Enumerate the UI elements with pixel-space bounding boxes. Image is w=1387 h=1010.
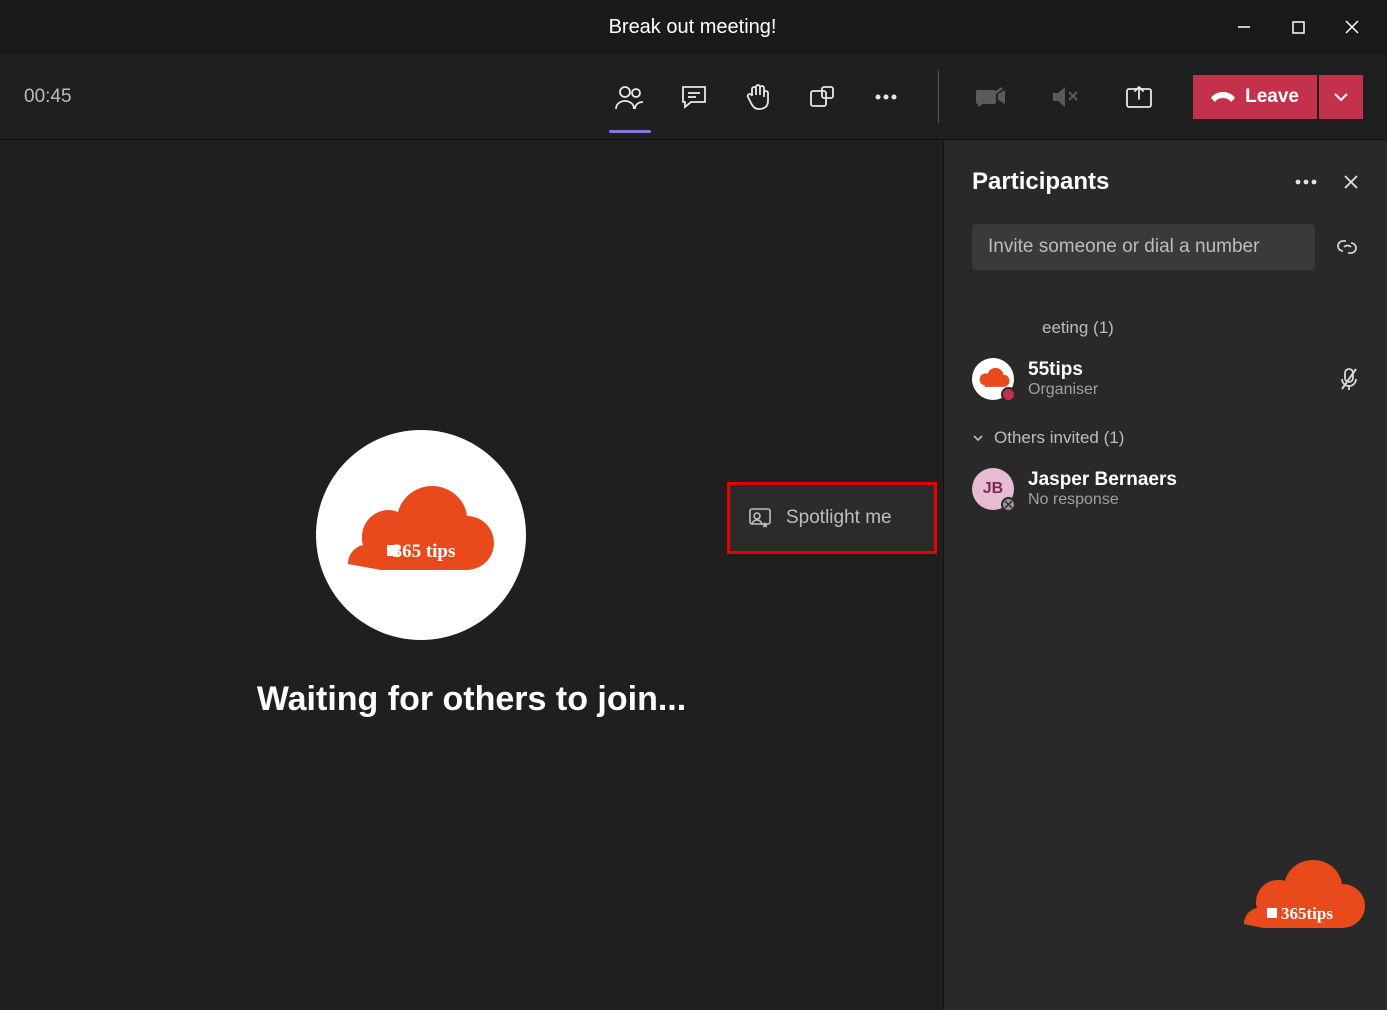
more-icon — [1295, 179, 1317, 185]
cloud-logo-icon: 365 tips — [346, 485, 496, 585]
mic-muted-icon — [1339, 367, 1359, 391]
people-icon — [615, 84, 645, 110]
watermark: 365tips — [1235, 860, 1365, 940]
mic-button[interactable] — [1033, 67, 1097, 127]
panel-title: Participants — [972, 168, 1109, 196]
close-icon — [1343, 174, 1359, 190]
panel-header: Participants — [972, 168, 1359, 196]
leave-button[interactable]: Leave — [1193, 75, 1317, 119]
leave-more-button[interactable] — [1319, 75, 1363, 119]
chevron-down-icon — [972, 432, 984, 444]
logo-text: 365 tips — [393, 541, 456, 562]
section-label: eeting (1) — [1042, 318, 1114, 338]
copy-link-button[interactable] — [1335, 237, 1359, 257]
presence-away-icon — [1001, 497, 1016, 512]
invite-placeholder: Invite someone or dial a number — [988, 236, 1259, 258]
context-menu[interactable]: Spotlight me — [727, 482, 937, 554]
hand-icon — [746, 83, 770, 111]
breakout-rooms-button[interactable] — [790, 67, 854, 127]
minimize-icon — [1237, 20, 1251, 34]
section-others-invited[interactable]: Others invited (1) — [972, 428, 1359, 448]
cloud-logo-icon: 365tips — [1235, 860, 1365, 940]
maximize-button[interactable] — [1271, 7, 1325, 47]
spotlight-label: Spotlight me — [786, 507, 892, 529]
camera-off-icon — [976, 86, 1006, 108]
close-button[interactable] — [1325, 7, 1379, 47]
raise-hand-button[interactable] — [726, 67, 790, 127]
more-icon — [874, 93, 898, 101]
hangup-icon — [1211, 88, 1235, 106]
section-label: Others invited (1) — [994, 428, 1124, 448]
watermark-text: 365tips — [1281, 904, 1333, 923]
leave-group: Leave — [1193, 75, 1363, 119]
chat-button[interactable] — [662, 67, 726, 127]
section-in-meeting[interactable]: eeting (1) — [972, 318, 1359, 338]
camera-button[interactable] — [959, 67, 1023, 127]
avatar: JB — [972, 468, 1014, 510]
presence-busy-icon — [1001, 387, 1016, 402]
meeting-stage: 365 tips Waiting for others to join... S… — [0, 140, 943, 1010]
share-screen-icon — [1125, 85, 1153, 109]
maximize-icon — [1292, 21, 1305, 34]
leave-label: Leave — [1245, 86, 1299, 108]
participant-name: 55tips — [1028, 359, 1098, 381]
waiting-text: Waiting for others to join... — [0, 680, 943, 719]
app-window: Break out meeting! 00:45 — [0, 0, 1387, 1010]
participants-panel: Participants Invite someone or dial a nu… — [943, 140, 1387, 1010]
toolbar-divider — [938, 71, 939, 123]
titlebar: Break out meeting! — [0, 0, 1387, 54]
window-title: Break out meeting! — [168, 16, 1217, 39]
toolbar-icons — [598, 67, 918, 127]
participant-name: Jasper Bernaers — [1028, 469, 1177, 491]
participant-row[interactable]: 55tips Organiser — [972, 350, 1359, 416]
participant-role: Organiser — [1028, 381, 1098, 399]
avatar-initials: JB — [983, 480, 1003, 498]
rooms-icon — [809, 85, 835, 109]
share-button[interactable] — [1107, 67, 1171, 127]
participant-role: No response — [1028, 491, 1177, 509]
spotlight-icon — [748, 507, 772, 529]
avatar — [972, 358, 1014, 400]
link-icon — [1335, 237, 1359, 257]
speaker-off-icon — [1051, 84, 1079, 110]
body: 365 tips Waiting for others to join... S… — [0, 140, 1387, 1010]
call-timer: 00:45 — [24, 86, 72, 108]
panel-close-button[interactable] — [1343, 174, 1359, 190]
panel-more-button[interactable] — [1295, 179, 1317, 185]
invite-input[interactable]: Invite someone or dial a number — [972, 224, 1315, 270]
more-actions-button[interactable] — [854, 67, 918, 127]
meeting-toolbar: 00:45 — [0, 54, 1387, 140]
chat-icon — [681, 85, 707, 109]
close-icon — [1345, 20, 1359, 34]
window-controls — [1217, 7, 1379, 47]
minimize-button[interactable] — [1217, 7, 1271, 47]
self-avatar: 365 tips — [316, 430, 526, 640]
participants-button[interactable] — [598, 67, 662, 127]
invite-row: Invite someone or dial a number — [972, 224, 1359, 270]
chevron-down-icon — [1333, 92, 1349, 102]
participant-row[interactable]: JB Jasper Bernaers No response — [972, 460, 1359, 526]
